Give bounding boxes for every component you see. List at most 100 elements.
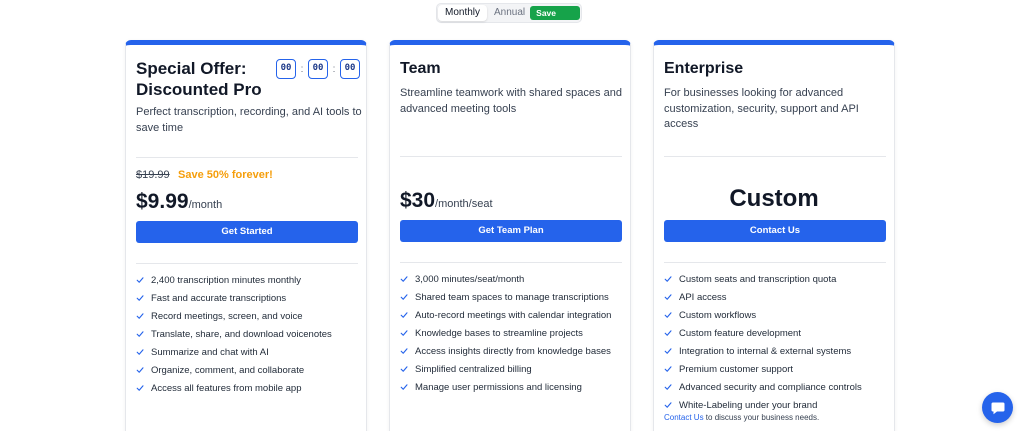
check-icon — [400, 294, 408, 300]
feature-text: Organize, comment, and collaborate — [151, 364, 305, 376]
timer-hours: 00 — [276, 59, 296, 79]
check-icon — [664, 276, 672, 282]
feature-text: 2,400 transcription minutes monthly — [151, 274, 301, 286]
divider — [400, 262, 622, 263]
plan-description: For businesses looking for advanced cust… — [664, 87, 859, 130]
contact-us-button[interactable]: Contact Us — [664, 220, 886, 242]
feature-text: Knowledge bases to streamline projects — [415, 327, 583, 339]
plan-price: $30/month/seat — [400, 189, 493, 213]
feature-item: Simplified centralized billing — [400, 360, 628, 378]
check-icon — [136, 277, 144, 283]
feature-item: Advanced security and compliance control… — [664, 378, 892, 396]
feature-text: Simplified centralized billing — [415, 363, 532, 375]
feature-item: 3,000 minutes/seat/month — [400, 270, 628, 288]
feature-item: Custom feature development — [664, 324, 892, 342]
check-icon — [664, 402, 672, 408]
feature-text: Custom feature development — [679, 327, 801, 339]
check-icon — [400, 330, 408, 336]
price-period: /month — [188, 199, 223, 211]
plan-title: Enterprise — [664, 60, 744, 77]
feature-item: API access — [664, 288, 892, 306]
feature-item: White-Labeling under your brand — [664, 396, 892, 414]
feature-item: Knowledge bases to streamline projects — [400, 324, 628, 342]
check-icon — [136, 385, 144, 391]
plan-title-line2: Discounted Pro — [136, 80, 262, 99]
price-period: /month/seat — [435, 198, 493, 210]
check-icon — [400, 312, 408, 318]
feature-item: Manage user permissions and licensing — [400, 378, 628, 396]
feature-list: 2,400 transcription minutes monthly Fast … — [136, 271, 364, 397]
plan-price-custom: Custom — [729, 185, 819, 212]
plan-card-enterprise: Enterprise For businesses looking for ad… — [653, 40, 895, 431]
price-amount: $30 — [400, 189, 436, 212]
divider — [400, 156, 622, 157]
check-icon — [664, 384, 672, 390]
feature-text: 3,000 minutes/seat/month — [415, 273, 525, 285]
feature-item: Access insights directly from knowledge … — [400, 342, 628, 360]
feature-item: Custom workflows — [664, 306, 892, 324]
plan-price: $9.99/month — [136, 190, 222, 214]
chat-bubble-icon — [991, 402, 1004, 414]
check-icon — [664, 366, 672, 372]
feature-list: Custom seats and transcription quota API … — [664, 270, 892, 414]
feature-text: Auto-record meetings with calendar integ… — [415, 309, 612, 321]
feature-text: Premium customer support — [679, 363, 794, 375]
divider — [664, 156, 886, 157]
feature-text: Custom workflows — [679, 309, 757, 321]
feature-item: Premium customer support — [664, 360, 892, 378]
feature-item: Record meetings, screen, and voice — [136, 307, 364, 325]
feature-list: 3,000 minutes/seat/month Shared team spac… — [400, 270, 628, 396]
billing-toggle: Monthly Annual Save 50% — [436, 3, 582, 32]
plan-card-team: Team Streamline teamwork with shared spa… — [389, 40, 631, 431]
feature-text: Fast and accurate transcriptions — [151, 292, 287, 304]
plan-description: Streamline teamwork with shared spaces a… — [400, 87, 622, 115]
divider — [664, 262, 886, 263]
plan-description: Perfect transcription, recording, and AI… — [136, 106, 362, 134]
enterprise-footnote: Contact Us to discuss your business need… — [664, 413, 819, 422]
contact-us-link[interactable]: Contact Us — [664, 413, 704, 422]
billing-monthly-option[interactable]: Monthly — [438, 5, 488, 21]
plan-title: Team — [400, 60, 441, 77]
check-icon — [136, 295, 144, 301]
check-icon — [136, 349, 144, 355]
billing-annual-option[interactable]: Annual — [487, 5, 530, 21]
check-icon — [400, 366, 408, 372]
plan-title: Special Offer: Discounted Pro — [136, 58, 266, 100]
timer-seconds: 00 — [340, 59, 360, 79]
feature-text: Access insights directly from knowledge … — [415, 345, 611, 357]
old-price: $19.99 — [136, 169, 170, 181]
save-forever-text: Save 50% forever! — [178, 169, 273, 181]
feature-text: White-Labeling under your brand — [679, 399, 818, 411]
check-icon — [664, 294, 672, 300]
feature-item: Organize, comment, and collaborate — [136, 361, 364, 379]
save-badge: Save 50% — [530, 6, 580, 32]
divider — [136, 263, 358, 264]
feature-item: 2,400 transcription minutes monthly — [136, 271, 364, 289]
feature-item: Access all features from mobile app — [136, 379, 364, 397]
feature-text: Translate, share, and download voicenote… — [151, 328, 332, 340]
check-icon — [664, 312, 672, 318]
feature-item: Integration to internal & external syste… — [664, 342, 892, 360]
get-started-button[interactable]: Get Started — [136, 221, 358, 243]
get-team-plan-button[interactable]: Get Team Plan — [400, 220, 622, 242]
feature-item: Auto-record meetings with calendar integ… — [400, 306, 628, 324]
feature-item: Summarize and chat with AI — [136, 343, 364, 361]
check-icon — [664, 348, 672, 354]
feature-item: Translate, share, and download voicenote… — [136, 325, 364, 343]
check-icon — [664, 330, 672, 336]
check-icon — [400, 276, 408, 282]
timer-separator: : — [300, 63, 304, 75]
feature-text: Summarize and chat with AI — [151, 346, 269, 358]
feature-text: API access — [679, 291, 727, 303]
check-icon — [400, 384, 408, 390]
timer-separator: : — [332, 63, 336, 75]
feature-text: Advanced security and compliance control… — [679, 381, 862, 393]
feature-text: Record meetings, screen, and voice — [151, 310, 303, 322]
check-icon — [136, 331, 144, 337]
check-icon — [136, 313, 144, 319]
feature-text: Shared team spaces to manage transcripti… — [415, 291, 609, 303]
footnote-text: to discuss your business needs. — [703, 413, 820, 422]
feature-text: Manage user permissions and licensing — [415, 381, 582, 393]
chat-button[interactable] — [982, 392, 1013, 423]
countdown-timer: 00 : 00 : 00 — [276, 59, 360, 79]
